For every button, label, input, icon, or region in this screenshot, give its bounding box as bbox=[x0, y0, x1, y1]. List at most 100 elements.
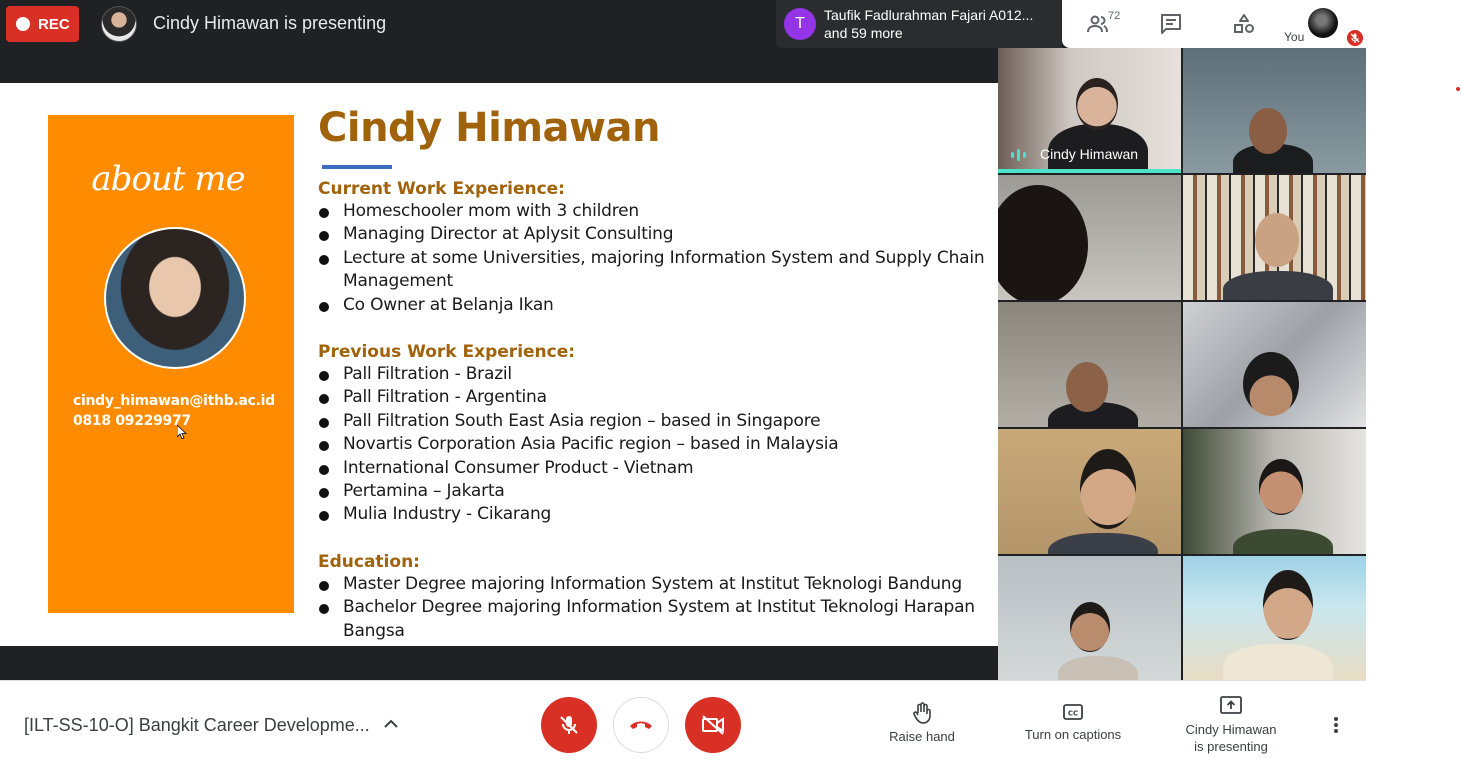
list-item: Bachelor Degree majoring Information Sys… bbox=[318, 596, 994, 643]
self-avatar[interactable] bbox=[1308, 8, 1338, 38]
participant-silhouette bbox=[1058, 656, 1138, 681]
about-me-title: about me bbox=[91, 159, 245, 199]
title-underline bbox=[322, 165, 392, 169]
video-tile-speaker[interactable]: Cindy Himawan bbox=[998, 48, 1181, 173]
contact-phone: 0818 09229977 bbox=[73, 413, 191, 429]
video-grid: Cindy Himawan bbox=[998, 48, 1366, 681]
captions-icon: CC bbox=[1063, 704, 1083, 720]
present-label-line1: Cindy Himawan bbox=[1185, 722, 1277, 737]
top-bar: REC Cindy Himawan is presenting T Taufik… bbox=[0, 0, 1366, 48]
video-tile[interactable] bbox=[998, 175, 1181, 300]
svg-text:CC: CC bbox=[1068, 710, 1078, 718]
mouse-cursor-icon bbox=[177, 425, 187, 439]
presentation-slide: about me cindy_himawan@ithb.ac.id 0818 0… bbox=[0, 83, 998, 646]
previous-work-heading: Previous Work Experience: bbox=[318, 342, 576, 362]
video-tile[interactable] bbox=[998, 556, 1181, 681]
participant-head bbox=[1255, 213, 1299, 267]
hang-up-icon bbox=[630, 721, 652, 729]
participant-preview[interactable]: T Taufik Fadlurahman Fajari A012... and … bbox=[776, 0, 1062, 48]
record-dot-icon bbox=[16, 17, 30, 31]
captions-label: Turn on captions bbox=[1024, 727, 1122, 742]
meeting-title[interactable]: [ILT-SS-10-O] Bangkit Career Developme..… bbox=[24, 715, 370, 736]
list-item: Mulia Industry - Cikarang bbox=[318, 503, 994, 526]
education-list: Master Degree majoring Information Syste… bbox=[318, 573, 994, 643]
participant-head bbox=[1076, 78, 1118, 130]
participant-silhouette bbox=[1048, 533, 1158, 554]
video-tile[interactable] bbox=[1183, 302, 1366, 427]
video-tile[interactable] bbox=[1183, 175, 1366, 300]
recording-indicator-dot bbox=[1456, 87, 1460, 91]
participant-head bbox=[1249, 108, 1287, 154]
about-me-panel: about me cindy_himawan@ithb.ac.id 0818 0… bbox=[48, 115, 294, 613]
top-controls: 72 You bbox=[1062, 0, 1366, 48]
participant-head bbox=[1243, 352, 1299, 416]
present-label-line2: is presenting bbox=[1194, 739, 1268, 754]
leave-call-button[interactable] bbox=[613, 697, 669, 753]
captions-button[interactable]: CC Turn on captions bbox=[1013, 701, 1133, 742]
speaking-highlight bbox=[998, 169, 1181, 173]
you-label: You bbox=[1284, 30, 1305, 44]
rec-label: REC bbox=[38, 15, 70, 33]
previous-work-list: Pall Filtration - Brazil Pall Filtration… bbox=[318, 363, 994, 527]
present-status-button[interactable]: Cindy Himawan is presenting bbox=[1170, 695, 1292, 755]
people-icon[interactable] bbox=[1086, 12, 1110, 36]
people-count: 72 bbox=[1108, 10, 1121, 22]
participant-name: Taufik Fadlurahman Fajari A012... bbox=[824, 7, 1034, 23]
participant-silhouette bbox=[1233, 529, 1333, 554]
list-item: Master Degree majoring Information Syste… bbox=[318, 573, 994, 596]
recording-badge[interactable]: REC bbox=[6, 6, 79, 42]
camera-off-icon bbox=[702, 715, 724, 735]
list-item: Pall Filtration - Argentina bbox=[318, 386, 994, 409]
more-options-icon[interactable] bbox=[1326, 715, 1346, 735]
speaking-indicator-icon bbox=[1011, 149, 1026, 161]
meet-window: REC Cindy Himawan is presenting T Taufik… bbox=[0, 0, 1461, 768]
list-item: Co Owner at Belanja Ikan bbox=[318, 294, 994, 317]
bottom-bar: [ILT-SS-10-O] Bangkit Career Developme..… bbox=[0, 680, 1366, 768]
video-tile[interactable] bbox=[998, 429, 1181, 554]
slide-title: Cindy Himawan bbox=[318, 105, 660, 151]
video-tile[interactable] bbox=[1183, 48, 1366, 173]
speaker-name-label: Cindy Himawan bbox=[1040, 146, 1139, 162]
activities-icon[interactable] bbox=[1232, 12, 1256, 36]
list-item: Pall Filtration South East Asia region –… bbox=[318, 410, 994, 433]
list-item: Homeschooler mom with 3 children bbox=[318, 200, 994, 223]
contact-info: cindy_himawan@ithb.ac.id 0818 09229977 bbox=[73, 391, 275, 431]
participant-silhouette bbox=[1223, 271, 1333, 300]
contact-email: cindy_himawan@ithb.ac.id bbox=[73, 393, 275, 409]
chat-icon[interactable] bbox=[1159, 12, 1183, 36]
education-heading: Education: bbox=[318, 552, 420, 572]
list-item: Novartis Corporation Asia Pacific region… bbox=[318, 433, 994, 456]
present-screen-icon bbox=[1220, 696, 1242, 714]
video-tile[interactable] bbox=[998, 302, 1181, 427]
list-item: International Consumer Product - Vietnam bbox=[318, 457, 994, 480]
raise-hand-button[interactable]: Raise hand bbox=[872, 701, 972, 744]
participant-head bbox=[1066, 362, 1108, 412]
participant-more: and 59 more bbox=[824, 25, 903, 41]
participant-head bbox=[1070, 602, 1110, 652]
hand-icon bbox=[913, 702, 931, 724]
camera-toggle-button[interactable] bbox=[685, 697, 741, 753]
presenter-avatar bbox=[101, 6, 137, 42]
raise-hand-label: Raise hand bbox=[889, 729, 955, 744]
participant-head bbox=[1263, 570, 1313, 640]
participant-silhouette bbox=[1223, 644, 1333, 680]
current-work-heading: Current Work Experience: bbox=[318, 179, 565, 199]
participant-head bbox=[1080, 449, 1136, 529]
microphone-toggle-button[interactable] bbox=[541, 697, 597, 753]
list-item: Pertamina – Jakarta bbox=[318, 480, 994, 503]
video-tile[interactable] bbox=[1183, 556, 1366, 680]
presenting-status: Cindy Himawan is presenting bbox=[153, 13, 387, 33]
chevron-up-icon[interactable] bbox=[382, 715, 400, 733]
participant-head bbox=[1259, 459, 1303, 515]
mic-off-icon bbox=[560, 716, 578, 734]
list-item: Managing Director at Aplysit Consulting bbox=[318, 223, 994, 246]
list-item: Lecture at some Universities, majoring I… bbox=[318, 247, 994, 294]
list-item: Pall Filtration - Brazil bbox=[318, 363, 994, 386]
participant-head bbox=[998, 185, 1088, 300]
video-tile[interactable] bbox=[1183, 429, 1366, 554]
page-margin bbox=[1366, 0, 1461, 768]
participant-avatar: T bbox=[784, 8, 816, 40]
mic-off-badge-icon bbox=[1347, 30, 1363, 46]
profile-photo bbox=[104, 227, 246, 369]
participant-summary: Taufik Fadlurahman Fajari A012... and 59… bbox=[824, 6, 1033, 42]
